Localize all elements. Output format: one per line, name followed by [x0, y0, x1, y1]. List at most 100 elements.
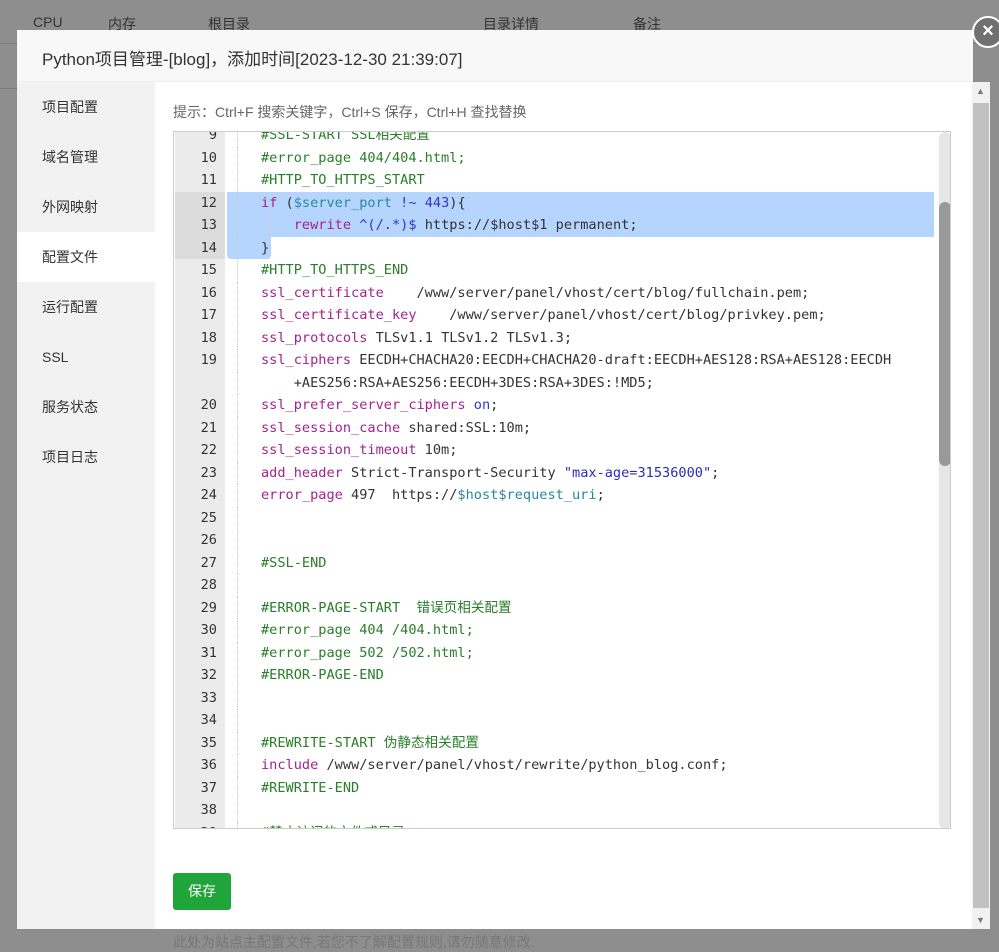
- line-code: if ($server_port !~ 443){: [261, 192, 466, 215]
- indent-guide: [237, 304, 238, 327]
- code-token: if: [261, 194, 278, 211]
- indent-guide: [237, 551, 238, 574]
- sidebar-item-domain[interactable]: 域名管理: [17, 132, 155, 182]
- code-line[interactable]: 34: [174, 709, 934, 732]
- code-line[interactable]: 15 #HTTP_TO_HTTPS_END: [174, 259, 934, 282]
- line-number: 13: [175, 214, 225, 237]
- sidebar-item-service-status[interactable]: 服务状态: [17, 382, 155, 432]
- code-line[interactable]: 17 ssl_certificate_key /www/server/panel/…: [174, 304, 934, 327]
- panel-scrollbar-thumb[interactable]: [973, 103, 989, 908]
- code-token: ;: [711, 464, 720, 481]
- code-token: $host$request_uri: [457, 487, 597, 503]
- line-code: +AES256:RSA+AES256:EECDH+3DES:RSA+3DES:!…: [261, 372, 654, 395]
- code-line[interactable]: 35 #REWRITE-START 伪静态相关配置: [174, 731, 934, 755]
- line-number: 20: [200, 397, 217, 413]
- line-code: ssl_certificate /www/server/panel/vhost/…: [261, 282, 809, 305]
- code-line[interactable]: 26: [174, 529, 934, 552]
- code-token: !~: [400, 194, 417, 211]
- line-number: 10: [200, 149, 217, 166]
- code-line[interactable]: +AES256:RSA+AES256:EECDH+3DES:RSA+3DES:!…: [174, 371, 934, 395]
- code-line[interactable]: 39 #禁止访问的文件或目录: [174, 821, 934, 828]
- line-number: 34: [200, 712, 217, 728]
- line-number: 33: [200, 689, 217, 706]
- line-code: }: [261, 237, 269, 260]
- line-number: 28: [200, 577, 217, 593]
- code-line[interactable]: 37 #REWRITE-END: [174, 776, 934, 799]
- indent-guide: [237, 619, 238, 642]
- panel-scrollbar[interactable]: ▲ ▼: [972, 82, 990, 929]
- code-line[interactable]: 11 #HTTP_TO_HTTPS_START: [174, 169, 934, 192]
- indent-guide: [237, 461, 238, 484]
- editor-scrollbar-thumb[interactable]: [939, 202, 950, 466]
- code-token: TLSv1.1 TLSv1.2 TLSv1.3;: [367, 329, 573, 346]
- line-code: #ERROR-PAGE-START 错误页相关配置: [261, 597, 512, 620]
- code-token: https://$host$1 permanent;: [416, 217, 638, 233]
- code-line[interactable]: 16 ssl_certificate /www/server/panel/vhos…: [174, 281, 934, 305]
- code-token: 497 https://: [342, 487, 458, 503]
- code-token: #error_page 404/404.html;: [261, 149, 466, 166]
- code-line[interactable]: 14}: [174, 236, 934, 260]
- line-code: #SSL-END: [261, 552, 326, 575]
- code-line[interactable]: 13 rewrite ^(/.*)$ https://$host$1 perma…: [174, 214, 934, 237]
- code-line[interactable]: 30 #error_page 404 /404.html;: [174, 619, 934, 642]
- code-line[interactable]: 18 ssl_protocols TLSv1.1 TLSv1.2 TLSv1.3;: [174, 326, 934, 349]
- indent-guide: [237, 799, 238, 822]
- sidebar-item-project-config[interactable]: 项目配置: [17, 82, 155, 132]
- code-line[interactable]: 19 ssl_ciphers EECDH+CHACHA20:EECDH+CHACH…: [174, 349, 934, 372]
- code-line[interactable]: 12 if ($server_port !~ 443){: [174, 191, 934, 215]
- code-line[interactable]: 24 error_page 497 https://$host$request_u…: [174, 484, 934, 507]
- close-icon[interactable]: ×: [972, 16, 999, 48]
- code-token: on: [473, 397, 491, 413]
- line-code: rewrite ^(/.*)$ https://$host$1 permanen…: [261, 214, 638, 237]
- line-code: #REWRITE-START 伪静态相关配置: [261, 732, 479, 755]
- code-lines[interactable]: 9 #SSL-START SSL相关配置 10 #error_page 404/404…: [174, 132, 934, 828]
- code-token: /www/server/panel/vhost/cert/blog/fullch…: [383, 284, 810, 301]
- sidebar-item-config-file[interactable]: 配置文件: [17, 232, 155, 282]
- code-token: #error_page 404 /404.html;: [261, 622, 474, 638]
- code-line[interactable]: 33: [174, 686, 934, 709]
- code-token: #error_page 502 /502.html;: [261, 644, 474, 661]
- indent-guide: [237, 484, 238, 507]
- indent-guide: [237, 439, 238, 462]
- code-line[interactable]: 27 #SSL-END: [174, 551, 934, 575]
- editor-scrollbar[interactable]: [939, 132, 950, 828]
- sidebar-item-ssl[interactable]: SSL: [17, 332, 155, 382]
- code-line[interactable]: 29 #ERROR-PAGE-START 错误页相关配置: [174, 596, 934, 620]
- line-number: 32: [200, 667, 217, 683]
- line-number: 24: [200, 487, 217, 503]
- code-line[interactable]: 25: [174, 506, 934, 529]
- indent-guide: [237, 349, 238, 372]
- code-line[interactable]: 20 ssl_prefer_server_ciphers on;: [174, 394, 934, 417]
- code-line[interactable]: 38: [174, 799, 934, 822]
- line-number: 23: [200, 464, 217, 481]
- code-line[interactable]: 32 #ERROR-PAGE-END: [174, 664, 934, 687]
- sidebar-item-run-config[interactable]: 运行配置: [17, 282, 155, 332]
- save-button[interactable]: 保存: [173, 873, 231, 910]
- indent-guide: [237, 821, 238, 828]
- code-token: #HTTP_TO_HTTPS_END: [261, 262, 409, 278]
- code-line[interactable]: 22 ssl_session_timeout 10m;: [174, 439, 934, 462]
- code-line[interactable]: 23 add_header Strict-Transport-Security "…: [174, 461, 934, 484]
- line-code: include /www/server/panel/vhost/rewrite/…: [261, 754, 728, 777]
- indent-guide: [237, 259, 238, 282]
- code-editor[interactable]: 9 #SSL-START SSL相关配置 10 #error_page 404/404…: [173, 131, 951, 829]
- line-number: 22: [200, 442, 217, 458]
- sidebar-item-project-log[interactable]: 项目日志: [17, 432, 155, 482]
- line-number: 17: [200, 307, 217, 323]
- code-token: ;: [596, 487, 605, 503]
- indent-guide: [237, 506, 238, 529]
- code-line[interactable]: 21 ssl_session_cache shared:SSL:10m;: [174, 416, 934, 439]
- scroll-up-icon[interactable]: ▲: [976, 86, 985, 96]
- code-line[interactable]: 36 include /www/server/panel/vhost/rewrit…: [174, 754, 934, 777]
- code-line[interactable]: 9 #SSL-START SSL相关配置: [174, 132, 934, 147]
- indent-guide: [237, 686, 238, 709]
- scroll-down-icon[interactable]: ▼: [976, 915, 985, 925]
- line-number: 16: [200, 284, 217, 301]
- code-line[interactable]: 28: [174, 574, 934, 597]
- sidebar-item-port-mapping[interactable]: 外网映射: [17, 182, 155, 232]
- code-line[interactable]: 31 #error_page 502 /502.html;: [174, 641, 934, 664]
- indent-guide: [237, 709, 238, 732]
- code-token: add_header: [261, 464, 343, 481]
- code-line[interactable]: 10 #error_page 404/404.html;: [174, 146, 934, 169]
